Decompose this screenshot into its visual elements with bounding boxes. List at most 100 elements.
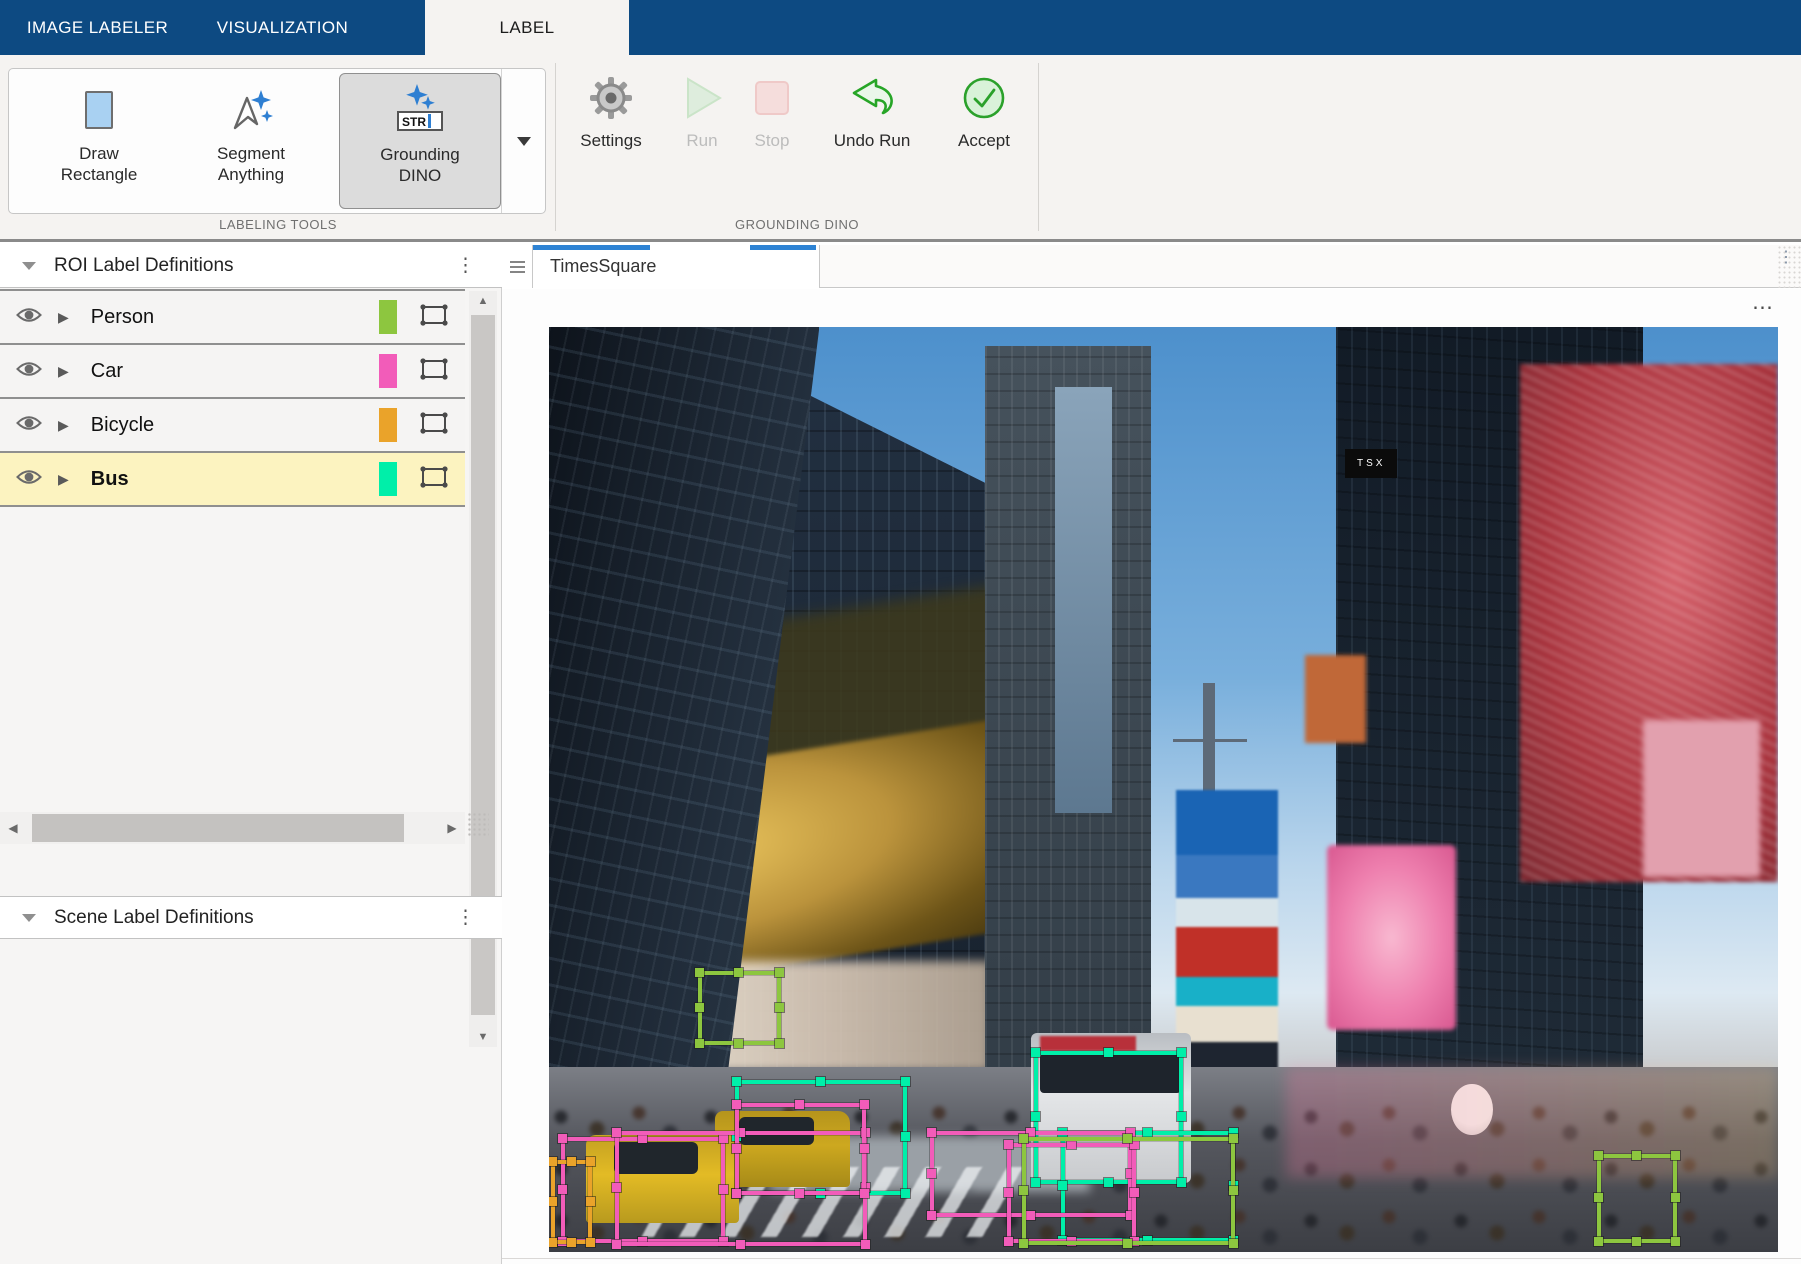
tab-visualization[interactable]: VISUALIZATION [195, 0, 370, 55]
resize-handle-e[interactable] [586, 1197, 595, 1206]
annotation-box-bicycle[interactable] [551, 1160, 592, 1243]
resize-handle-nw[interactable] [558, 1134, 567, 1143]
resize-handle-nw[interactable] [1004, 1140, 1013, 1149]
undo-run-button[interactable]: Undo Run [816, 73, 928, 151]
document-tab-timessquare[interactable]: TimesSquare [533, 245, 820, 288]
resize-handle-sw[interactable] [1594, 1237, 1603, 1246]
accept-button[interactable]: Accept [934, 73, 1034, 151]
resize-handle-n[interactable] [734, 968, 743, 977]
resize-handle-n[interactable] [567, 1157, 576, 1166]
resize-handle-ne[interactable] [901, 1077, 910, 1086]
resize-handle-nw[interactable] [695, 968, 704, 977]
resize-handle-e[interactable] [901, 1132, 910, 1141]
segment-anything-button[interactable]: Segment Anything [187, 73, 315, 209]
resize-handle-ne[interactable] [586, 1157, 595, 1166]
scene-label-definitions-header[interactable]: Scene Label Definitions ⋮ [0, 896, 502, 939]
resize-handle-w[interactable] [927, 1169, 936, 1178]
resize-handle-sw[interactable] [732, 1189, 741, 1198]
scroll-right-icon[interactable]: ▶ [439, 812, 465, 844]
annotation-box-person[interactable] [698, 971, 782, 1045]
resize-handle-n[interactable] [1123, 1134, 1132, 1143]
roi-row-bus[interactable]: ▶ Bus [0, 453, 465, 507]
resize-handle-e[interactable] [1671, 1193, 1680, 1202]
color-swatch[interactable] [379, 354, 397, 388]
resize-handle-ne[interactable] [775, 968, 784, 977]
roi-row-person[interactable]: ▶ Person [0, 291, 465, 345]
resize-handle-n[interactable] [795, 1100, 804, 1109]
resize-handle-ne[interactable] [1671, 1151, 1680, 1160]
annotation-box-person[interactable] [1597, 1154, 1677, 1243]
resize-handle-nw[interactable] [1019, 1134, 1028, 1143]
resize-handle-e[interactable] [860, 1144, 869, 1153]
resize-handle-sw[interactable] [927, 1211, 936, 1220]
resize-handle-se[interactable] [775, 1039, 784, 1048]
scrollbar-thumb[interactable] [32, 814, 404, 842]
resize-handle-w[interactable] [732, 1144, 741, 1153]
resize-handle-n[interactable] [1143, 1128, 1152, 1137]
visibility-eye-icon[interactable] [16, 306, 42, 329]
resize-handle-nw[interactable] [1031, 1048, 1040, 1057]
scroll-down-icon[interactable]: ▼ [469, 1027, 497, 1047]
resize-handle-se[interactable] [1229, 1239, 1238, 1248]
collapse-arrow-icon[interactable] [22, 262, 36, 270]
resize-handle-n[interactable] [1104, 1048, 1113, 1057]
resize-handle-sw[interactable] [1004, 1237, 1013, 1246]
expand-arrow-icon[interactable]: ▶ [58, 309, 69, 326]
color-swatch[interactable] [379, 408, 397, 442]
resize-handle-s[interactable] [1123, 1239, 1132, 1248]
resize-handle-w[interactable] [1019, 1186, 1028, 1195]
visibility-eye-icon[interactable] [16, 360, 42, 383]
resize-handle-e[interactable] [1229, 1186, 1238, 1195]
resize-handle-s[interactable] [734, 1039, 743, 1048]
times-square-photo[interactable]: TSX [549, 327, 1778, 1252]
resize-handle-nw[interactable] [927, 1128, 936, 1137]
resize-handle-sw[interactable] [1019, 1239, 1028, 1248]
panel-resize-grip[interactable] [467, 812, 489, 838]
resize-handle-w[interactable] [695, 1003, 704, 1012]
resize-handle-s[interactable] [567, 1238, 576, 1247]
resize-handle-s[interactable] [1632, 1237, 1641, 1246]
resize-handle-nw[interactable] [732, 1100, 741, 1109]
stop-button[interactable]: Stop [726, 73, 818, 151]
resize-handle-e[interactable] [1177, 1112, 1186, 1121]
resize-handle-w[interactable] [549, 1197, 557, 1206]
collapse-arrow-icon[interactable] [22, 914, 36, 922]
scene-header-menu-icon[interactable]: ⋮ [456, 913, 472, 923]
document-options-icon[interactable]: ⋯ [1752, 295, 1775, 320]
resize-handle-nw[interactable] [612, 1128, 621, 1137]
settings-button[interactable]: Settings [559, 73, 663, 151]
resize-handle-e[interactable] [775, 1003, 784, 1012]
tab-bar-menu-icon[interactable]: ⋮ [1778, 254, 1794, 263]
visibility-eye-icon[interactable] [16, 468, 42, 491]
resize-handle-s[interactable] [736, 1240, 745, 1249]
annotation-box-person[interactable] [1022, 1137, 1235, 1244]
resize-handle-n[interactable] [1632, 1151, 1641, 1160]
visibility-eye-icon[interactable] [16, 414, 42, 437]
resize-handle-w[interactable] [612, 1183, 621, 1192]
resize-handle-w[interactable] [1031, 1112, 1040, 1121]
annotation-box-car[interactable] [735, 1103, 867, 1195]
resize-handle-ne[interactable] [860, 1100, 869, 1109]
color-swatch[interactable] [379, 462, 397, 496]
labeling-tools-expand-button[interactable] [501, 69, 545, 213]
resize-handle-s[interactable] [795, 1189, 804, 1198]
resize-handle-nw[interactable] [732, 1077, 741, 1086]
expand-arrow-icon[interactable]: ▶ [58, 363, 69, 380]
roi-label-definitions-header[interactable]: ROI Label Definitions ⋮ [0, 245, 502, 288]
grounding-dino-button[interactable]: STR Grounding DINO [339, 73, 501, 209]
roi-row-car[interactable]: ▶ Car [0, 345, 465, 399]
resize-handle-se[interactable] [586, 1238, 595, 1247]
resize-handle-se[interactable] [861, 1240, 870, 1249]
expand-arrow-icon[interactable]: ▶ [58, 417, 69, 434]
resize-handle-sw[interactable] [612, 1240, 621, 1249]
scroll-up-icon[interactable]: ▲ [469, 291, 497, 311]
expand-arrow-icon[interactable]: ▶ [58, 471, 69, 488]
resize-handle-nw[interactable] [1594, 1151, 1603, 1160]
draw-rectangle-button[interactable]: Draw Rectangle [35, 73, 163, 209]
resize-handle-se[interactable] [860, 1189, 869, 1198]
resize-handle-se[interactable] [1671, 1237, 1680, 1246]
tab-image-labeler[interactable]: IMAGE LABELER [0, 0, 195, 55]
resize-handle-sw[interactable] [549, 1238, 557, 1247]
roi-header-menu-icon[interactable]: ⋮ [456, 261, 472, 271]
roi-list-horizontal-scrollbar[interactable]: ◀ ▶ [0, 812, 465, 844]
